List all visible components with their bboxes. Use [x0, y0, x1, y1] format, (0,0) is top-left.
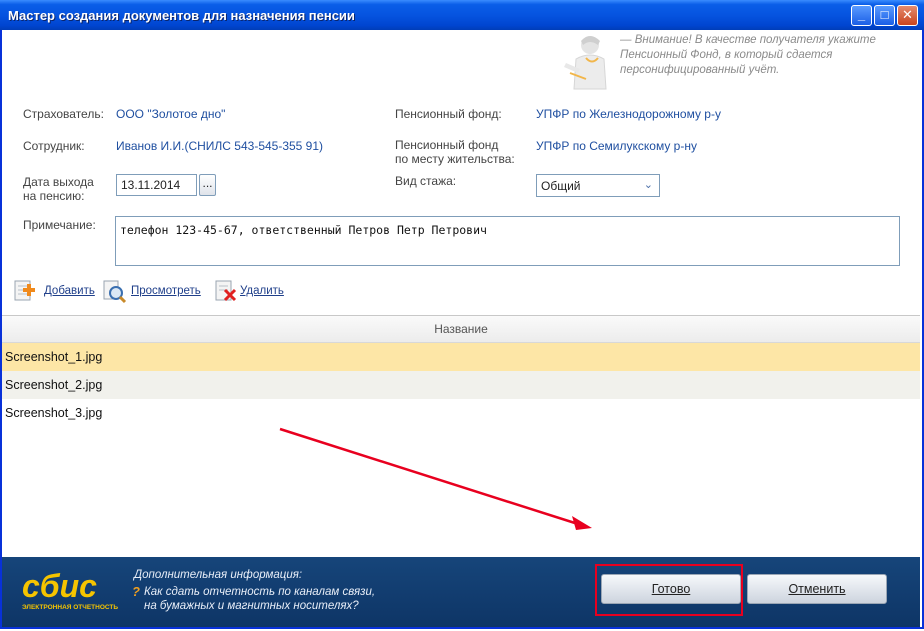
delete-button[interactable]: Удалить [213, 278, 288, 304]
add-label: Добавить [44, 285, 95, 297]
retire-date-input[interactable]: 13.11.2014 [116, 174, 197, 196]
employee-label: Сотрудник: [23, 139, 85, 153]
footer-bar: сбис ЭЛЕКТРОННАЯ ОТЧЕТНОСТЬ Дополнительн… [2, 557, 920, 627]
cancel-label: Отменить [788, 582, 846, 596]
pension-fund-residence-label: Пенсионный фонд [395, 138, 499, 152]
banner-notice: — Внимание! В качестве получателя укажит… [620, 34, 876, 76]
view-button[interactable]: Просмотреть [101, 278, 206, 304]
add-button[interactable]: Добавить [12, 278, 97, 304]
help-link-line-1: Как сдать отчетность по каналам связи, [144, 586, 376, 598]
attachments-table: Название Screenshot_1.jpg Screenshot_2.j… [2, 315, 920, 558]
column-header-name[interactable]: Название [2, 316, 920, 343]
retire-date-label: Дата выхода [23, 175, 94, 189]
view-label: Просмотреть [131, 285, 201, 297]
info-title: Дополнительная информация: [134, 569, 303, 581]
help-link[interactable]: Как сдать отчетность по каналам связи, н… [144, 585, 444, 613]
magnifier-icon [103, 280, 127, 304]
title-bar: Мастер создания документов для назначени… [0, 0, 924, 30]
add-document-icon [14, 280, 35, 301]
employee-value[interactable]: Иванов И.И.(СНИЛС 543-545-355 91) [116, 139, 323, 153]
close-button[interactable]: ✕ [897, 5, 918, 26]
highlight-box [595, 564, 743, 616]
maximize-button[interactable]: □ [874, 5, 895, 26]
pension-fund-value[interactable]: УПФР по Железнодорожному р-у [536, 107, 721, 121]
table-row[interactable]: Screenshot_3.jpg [2, 399, 920, 427]
table-row[interactable]: Screenshot_1.jpg [2, 343, 920, 371]
window-title: Мастер создания документов для назначени… [8, 8, 355, 23]
pension-fund-residence-value[interactable]: УПФР по Семилукскому р-ну [536, 139, 697, 153]
retire-date-label-2: на пенсию: [23, 189, 85, 203]
delete-document-icon [215, 280, 237, 302]
table-row[interactable]: Screenshot_2.jpg [2, 371, 920, 399]
delete-label: Удалить [240, 285, 284, 297]
question-icon: ? [132, 584, 140, 599]
help-link-line-2: на бумажных и магнитных носителях? [144, 600, 359, 612]
cancel-button[interactable]: Отменить [747, 574, 887, 604]
svg-text:сбис: сбис [22, 568, 97, 604]
note-label: Примечание: [23, 218, 96, 232]
svg-text:ЭЛЕКТРОННАЯ ОТЧЕТНОСТЬ: ЭЛЕКТРОННАЯ ОТЧЕТНОСТЬ [22, 604, 118, 611]
sbis-logo: сбис ЭЛЕКТРОННАЯ ОТЧЕТНОСТЬ [22, 568, 118, 611]
minimize-button[interactable]: _ [851, 5, 872, 26]
insurer-label: Страхователь: [23, 107, 104, 121]
pension-fund-label: Пенсионный фонд: [395, 107, 502, 121]
service-type-value: Общий [541, 179, 581, 193]
chevron-down-icon: ⌄ [643, 179, 653, 191]
assistant-illustration-icon [564, 36, 607, 90]
pension-fund-residence-label-2: по месту жительства: [395, 152, 515, 166]
service-type-select[interactable]: Общий ⌄ [536, 174, 660, 197]
note-textarea[interactable]: телефон 123-45-67, ответственный Петров … [115, 216, 900, 266]
insurer-value[interactable]: ООО "Золотое дно" [116, 107, 225, 121]
date-picker-button[interactable]: ... [199, 174, 216, 196]
service-type-label: Вид стажа: [395, 174, 457, 188]
